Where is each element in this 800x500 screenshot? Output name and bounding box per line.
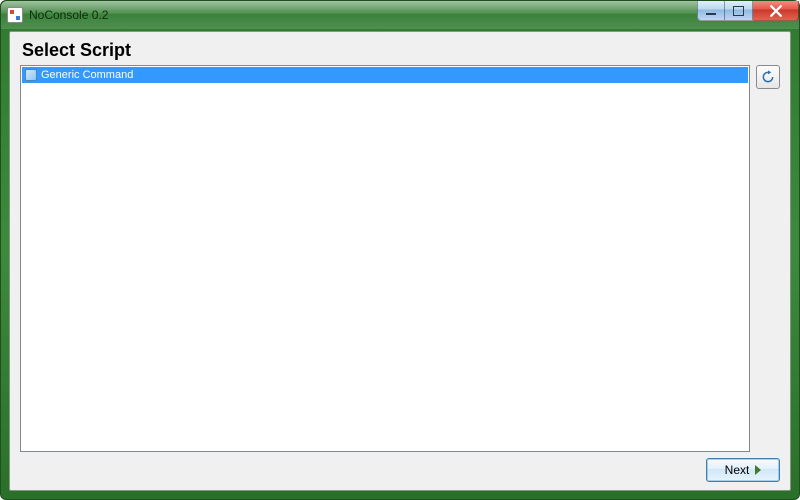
list-item-label: Generic Command — [41, 69, 133, 81]
refresh-button[interactable] — [756, 65, 780, 89]
script-icon — [24, 68, 38, 82]
close-icon — [770, 5, 782, 17]
window-controls — [697, 1, 799, 21]
window-title: NoConsole 0.2 — [29, 8, 108, 22]
script-list[interactable]: Generic Command — [20, 65, 750, 452]
titlebar[interactable]: NoConsole 0.2 — [1, 1, 799, 29]
page-heading: Select Script — [22, 40, 780, 61]
client-area: Select Script Generic Command Next — [9, 31, 791, 491]
maximize-button[interactable] — [725, 1, 753, 21]
app-window: NoConsole 0.2 Select Script Generic Comm… — [0, 0, 800, 500]
next-button-label: Next — [725, 463, 750, 477]
refresh-icon — [760, 69, 776, 85]
next-button[interactable]: Next — [706, 458, 780, 482]
list-item[interactable]: Generic Command — [22, 67, 748, 83]
footer: Next — [20, 452, 780, 482]
close-button[interactable] — [753, 1, 799, 21]
minimize-button[interactable] — [697, 1, 725, 21]
content-row: Generic Command — [20, 65, 780, 452]
arrow-right-icon — [755, 465, 761, 475]
app-icon — [7, 7, 23, 23]
